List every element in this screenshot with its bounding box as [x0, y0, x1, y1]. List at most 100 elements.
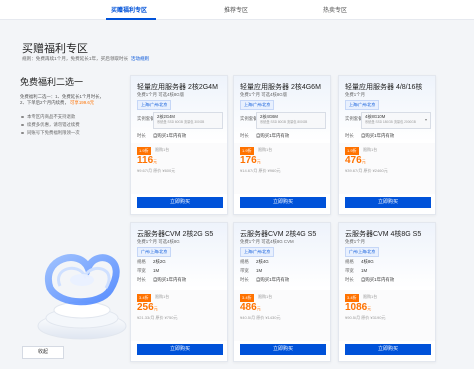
- region-tag[interactable]: 上海/广州/北京: [345, 100, 380, 110]
- discount-badge: 3.4折: [137, 294, 151, 302]
- spec-row-package: 实例套餐: [345, 116, 363, 122]
- spec-value: 1M: [153, 268, 160, 273]
- product-subtitle: 免费1个月 可选4核8G: [137, 239, 180, 244]
- tab-giveaway-zone[interactable]: 买赠福利专区: [111, 5, 147, 14]
- rules-text: 免费再续1个月，免费延长1年，买后领取时长: [35, 56, 129, 61]
- price-area: 1.9折 限购1台 116元 ¥9.67/月 原价 ¥600元: [131, 143, 227, 194]
- package-select[interactable]: 2核4G6M 系统盘 SSD 80GB 流量包 800GB: [256, 112, 326, 129]
- original-price: ¥9.67/月 原价 ¥600元: [137, 168, 176, 173]
- left-panel: 免费福利二选一 免费福利二选一：1、免费延长1个月时长， 2、下单后2个月内续费…: [20, 75, 124, 137]
- spec-row-duration: 时长 自购买1年内有效: [240, 133, 289, 139]
- region-tag[interactable]: 广州/上海/北京: [345, 247, 380, 257]
- package-value: 4核8G10M: [365, 114, 386, 119]
- spec-value: 自购买1年内有效: [361, 277, 395, 282]
- limit-note: 限购1台: [155, 294, 170, 299]
- package-detail: 系统盘 SSD 60GB 流量包 300GB: [157, 120, 205, 124]
- region-tag[interactable]: 上海/广州/北京: [240, 100, 275, 110]
- package-select[interactable]: 2核2G4M 系统盘 SSD 60GB 流量包 300GB: [153, 112, 223, 129]
- cloud-illustration: [37, 254, 127, 340]
- price: 476元: [345, 155, 366, 166]
- spec-value: 1M: [256, 268, 263, 273]
- original-price: ¥39.67/月 原价 ¥2460元: [345, 168, 388, 173]
- product-title: 云服务器CVM 4核8G S5: [345, 231, 422, 238]
- spec-row: 时长 自购买1年内有效: [345, 277, 394, 283]
- active-tab-indicator: [106, 18, 156, 20]
- limit-note: 限购1台: [155, 147, 170, 152]
- package-value: 2核4G6M: [260, 114, 278, 119]
- limit-note: 限购1台: [258, 147, 273, 152]
- rules-link[interactable]: 活动规则: [131, 56, 149, 61]
- price-unit: 元: [367, 306, 372, 311]
- benefit-desc: 免费福利二选一：1、免费延长1个月时长， 2、下单后2个月内续费， 可享199.…: [20, 94, 124, 107]
- spec-row: 规格 4核8G: [345, 259, 374, 265]
- rules-prefix: 规则：: [22, 56, 36, 61]
- region-tag[interactable]: 上海/广州/北京: [137, 100, 172, 110]
- product-title: 轻量应用服务器 2核4G6M: [240, 84, 321, 91]
- collapse-button[interactable]: 收起: [22, 346, 64, 359]
- region-tag[interactable]: 广州/上海/北京: [137, 247, 172, 257]
- product-title: 云服务器CVM 2核4G S5: [240, 231, 317, 238]
- price-unit: 元: [361, 159, 366, 164]
- product-title: 云服务器CVM 2核2G S5: [137, 231, 214, 238]
- limit-note: 限购1台: [258, 294, 273, 299]
- spec-label: 时长: [240, 277, 249, 282]
- benefit-highlight: 可享199.6元: [70, 100, 95, 106]
- original-price: ¥21.33/月 原价 ¥750元: [137, 315, 178, 320]
- spec-label: 规格: [137, 259, 146, 264]
- spec-row-duration: 时长 自购买1年内有效: [345, 133, 394, 139]
- note-item: 续费多优惠，请勿错过续费: [20, 121, 124, 129]
- spec-label: 带宽: [137, 268, 146, 273]
- notes-list: 本专区内商品不支持退款 续费多优惠，请勿错过续费 同账号下免费福利限领一次: [20, 113, 124, 137]
- product-title: 轻量应用服务器 4/8/16核: [345, 84, 423, 91]
- price: 1086元: [345, 302, 371, 313]
- product-card: 轻量应用服务器 2核2G4M 免费1个月 可选4核8G版 上海/广州/北京 实例…: [130, 75, 228, 215]
- price-unit: 元: [153, 306, 158, 311]
- package-select[interactable]: 4核8G10M ▾ 系统盘 SSD 180GB 流量包 2000GB: [361, 112, 431, 129]
- product-subtitle: 免费1个月 可选4核8G版: [137, 92, 185, 97]
- buy-now-button[interactable]: 立即购买: [137, 197, 223, 208]
- price-area: 1.9折 限购1台 176元 ¥14.67/月 原价 ¥960元: [234, 143, 330, 194]
- region-tag[interactable]: 上海/广州/北京: [240, 247, 275, 257]
- product-card: 云服务器CVM 2核4G S5 免费1个月 可选4核8G CVM 上海/广州/北…: [233, 222, 331, 362]
- price-unit: 元: [256, 306, 261, 311]
- tab-bar: 买赠福利专区 推荐专区 热卖专区: [0, 0, 474, 20]
- price-value: 116: [137, 155, 154, 166]
- spec-label: 时长: [137, 133, 146, 138]
- price-unit: 元: [153, 159, 158, 164]
- spec-row: 时长 自购买1年内有效: [240, 277, 289, 283]
- tab-recommended[interactable]: 推荐专区: [224, 5, 248, 14]
- product-subtitle: 免费1个月: [345, 92, 366, 97]
- spec-label: 带宽: [345, 268, 354, 273]
- original-price: ¥90.5/月 原价 ¥3190元: [345, 315, 386, 320]
- buy-now-button[interactable]: 立即购买: [345, 344, 431, 355]
- buy-now-button[interactable]: 立即购买: [240, 197, 326, 208]
- price: 116元: [137, 155, 157, 166]
- product-card: 云服务器CVM 4核8G S5 免费1个月 广州/上海/北京 规格 4核8G 带宽…: [338, 222, 436, 362]
- spec-value: 自购买1年内有效: [361, 133, 395, 138]
- spec-value: 自购买1年内有效: [153, 133, 187, 138]
- tab-hot-sale[interactable]: 热卖专区: [323, 5, 347, 14]
- price-area: 3.4折 限购1台 486元 ¥40.5/月 原价 ¥1430元: [234, 290, 330, 341]
- spec-value: 自购买1年内有效: [256, 277, 290, 282]
- price: 256元: [137, 302, 158, 313]
- buy-now-button[interactable]: 立即购买: [240, 344, 326, 355]
- price-value: 176: [240, 155, 257, 166]
- spec-value: 2核4G: [256, 259, 269, 264]
- spec-label: 时长: [345, 277, 354, 282]
- buy-now-button[interactable]: 立即购买: [137, 344, 223, 355]
- price-unit: 元: [256, 159, 261, 164]
- package-detail: 系统盘 SSD 80GB 流量包 800GB: [260, 120, 308, 124]
- price: 486元: [240, 302, 261, 313]
- buy-now-button[interactable]: 立即购买: [345, 197, 431, 208]
- original-price: ¥40.5/月 原价 ¥1430元: [240, 315, 281, 320]
- spec-label: 实例套餐: [137, 116, 155, 121]
- spec-label: 实例套餐: [240, 116, 258, 121]
- spec-value: 2核2G: [153, 259, 166, 264]
- product-card: 云服务器CVM 2核2G S5 免费1个月 可选4核8G 广州/上海/北京 规格…: [130, 222, 228, 362]
- spec-label: 规格: [240, 259, 249, 264]
- spec-row: 带宽 1M: [137, 268, 159, 274]
- spec-label: 时长: [137, 277, 146, 282]
- spec-value: 自购买1年内有效: [153, 277, 187, 282]
- discount-badge: 1.9折: [137, 147, 151, 155]
- original-price: ¥14.67/月 原价 ¥960元: [240, 168, 281, 173]
